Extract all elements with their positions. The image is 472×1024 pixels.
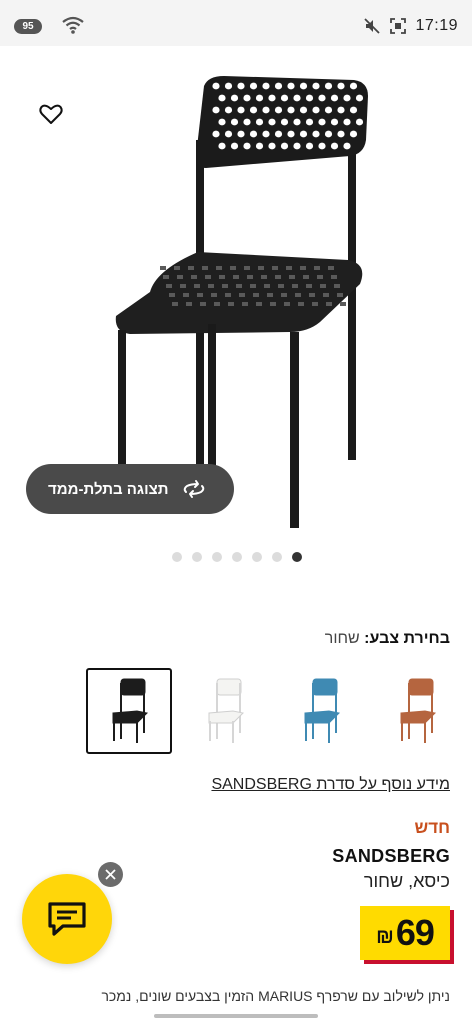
- pagination-dot[interactable]: [212, 552, 222, 562]
- color-swatch-brown[interactable]: [374, 668, 460, 754]
- product-summary-text: ניתן לשילוב עם שרפרף MARIUS הזמין בצבעים…: [101, 988, 450, 1004]
- chair-thumbnail: [304, 678, 341, 743]
- view-3d-button[interactable]: תצוגה בתלת-ממד: [26, 464, 234, 514]
- pagination-dot[interactable]: [272, 552, 282, 562]
- pagination-dot[interactable]: [252, 552, 262, 562]
- wifi-icon: [62, 16, 84, 34]
- color-swatch-black[interactable]: [86, 668, 172, 754]
- chat-close-button[interactable]: [98, 862, 123, 887]
- battery-icon: 95: [14, 19, 42, 34]
- color-choice: בחירת צבע: שחור: [325, 630, 450, 648]
- status-bar: 95 17:19: [0, 0, 472, 46]
- screenshot-icon: [390, 18, 407, 34]
- chair-thumbnail: [400, 678, 437, 743]
- rotate-3d-icon: [183, 480, 204, 498]
- color-swatch-white[interactable]: [182, 668, 268, 754]
- product-image: [115, 76, 368, 528]
- color-swatch-blue[interactable]: [278, 668, 364, 754]
- gesture-nav-bar[interactable]: [154, 1014, 318, 1018]
- product-image-carousel[interactable]: תצוגה בתלת-ממד: [0, 46, 472, 576]
- pagination-dot[interactable]: [172, 552, 182, 562]
- chair-thumbnail: [208, 678, 245, 743]
- mute-icon: [364, 18, 381, 34]
- price-value: 69: [395, 912, 435, 953]
- chair-thumbnail: [112, 678, 149, 743]
- status-time: 17:19: [415, 17, 458, 34]
- color-choice-label: בחירת צבע:: [364, 630, 450, 647]
- pagination-dot[interactable]: [192, 552, 202, 562]
- series-info-link[interactable]: מידע נוסף על סדרת SANDSBERG: [211, 776, 450, 794]
- new-badge: חדש: [414, 818, 451, 837]
- pagination-dot[interactable]: [292, 552, 302, 562]
- close-icon: [105, 869, 116, 880]
- price-currency: ₪: [376, 925, 394, 948]
- chat-button[interactable]: [22, 874, 112, 964]
- color-choice-value: שחור: [324, 630, 360, 647]
- color-swatches: [86, 668, 456, 754]
- view-3d-label: תצוגה בתלת-ממד: [48, 480, 169, 498]
- chat-bubble-icon: [48, 902, 86, 936]
- image-pagination: [172, 552, 302, 562]
- product-description: כיסא, שחור: [363, 871, 450, 891]
- pagination-dot[interactable]: [232, 552, 242, 562]
- heart-outline-icon[interactable]: [38, 101, 64, 127]
- product-name: SANDSBERG: [332, 846, 450, 866]
- price-tag: ₪ 69: [360, 906, 450, 960]
